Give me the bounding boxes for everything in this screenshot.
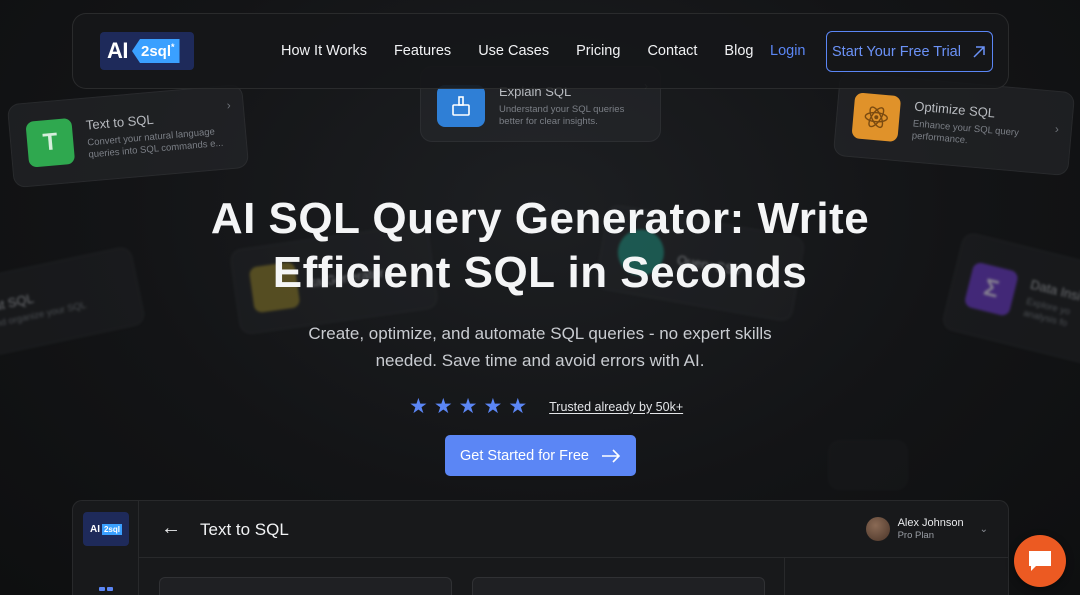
trusted-link[interactable]: Trusted already by 50k+ bbox=[549, 400, 683, 414]
logo[interactable]: AI 2sql* bbox=[100, 32, 194, 70]
app-preview: AI 2sql ← Text to SQL Alex Johnson Pro Pl… bbox=[72, 500, 1009, 595]
bg-card-desc: Convert your natural language queries in… bbox=[86, 126, 224, 161]
login-link[interactable]: Login bbox=[770, 43, 805, 59]
hero-title-line1: AI SQL Query Generator: Write bbox=[210, 194, 870, 243]
avatar bbox=[865, 517, 890, 541]
nav-how-it-works[interactable]: How It Works bbox=[281, 43, 367, 59]
site-header: AI 2sql* How It Works Features Use Cases… bbox=[72, 13, 1009, 89]
get-started-button[interactable]: Get Started for Free bbox=[445, 435, 636, 476]
star-icon: ★ bbox=[483, 395, 503, 418]
app-sidebar: AI 2sql bbox=[73, 501, 139, 595]
app-panel-middle bbox=[472, 577, 765, 595]
user-plan: Pro Plan bbox=[897, 530, 934, 541]
hero-subtitle-line2: needed. Save time and avoid errors with … bbox=[375, 351, 705, 370]
nav-pricing[interactable]: Pricing bbox=[576, 43, 620, 59]
user-menu[interactable]: Alex Johnson Pro Plan ⌄ bbox=[865, 517, 988, 541]
nav-contact[interactable]: Contact bbox=[647, 43, 697, 59]
atom-icon bbox=[851, 92, 902, 143]
app-panel-left bbox=[159, 577, 452, 595]
back-arrow-icon[interactable]: ← bbox=[161, 517, 181, 540]
bg-card-desc: Explore yo analysis fo bbox=[1022, 295, 1072, 330]
chat-widget-button[interactable] bbox=[1014, 535, 1066, 587]
hero-subtitle: Create, optimize, and automate SQL queri… bbox=[240, 320, 840, 374]
bg-card-desc: Understand your SQL queries better for c… bbox=[499, 103, 625, 127]
star-icon: ★ bbox=[458, 395, 478, 418]
main-nav: How It Works Features Use Cases Pricing … bbox=[281, 43, 753, 59]
text-icon: T bbox=[25, 117, 76, 168]
star-icon: ★ bbox=[508, 395, 528, 418]
app-topbar: ← Text to SQL Alex Johnson Pro Plan ⌄ bbox=[139, 501, 1008, 558]
broom-icon bbox=[437, 85, 485, 127]
chevron-right-icon: › bbox=[1054, 121, 1060, 137]
chevron-right-icon: › bbox=[226, 97, 232, 113]
hero-title-line2: Efficient SQL in Seconds bbox=[272, 248, 808, 297]
arrow-up-right-icon bbox=[973, 45, 985, 58]
user-name: Alex Johnson bbox=[897, 517, 964, 529]
hero-subtitle-line1: Create, optimize, and automate SQL queri… bbox=[308, 324, 772, 343]
app-logo-ai: AI bbox=[89, 523, 100, 535]
logo-sql-text: 2sql* bbox=[132, 39, 180, 63]
nav-features[interactable]: Features bbox=[394, 43, 451, 59]
dashboard-grid-icon[interactable] bbox=[99, 587, 113, 595]
star-icon: ★ bbox=[433, 395, 453, 418]
arrow-right-icon bbox=[601, 448, 621, 463]
cta-label: Get Started for Free bbox=[460, 447, 589, 464]
nav-use-cases[interactable]: Use Cases bbox=[478, 43, 549, 59]
trial-button-label: Start Your Free Trial bbox=[832, 43, 961, 60]
app-page-title: Text to SQL bbox=[200, 520, 289, 539]
rating: ★ ★ ★ ★ ★ Trusted already by 50k+ bbox=[409, 394, 683, 419]
chevron-down-icon: ⌄ bbox=[979, 523, 988, 535]
logo-ai-text: AI bbox=[107, 38, 129, 63]
start-free-trial-button[interactable]: Start Your Free Trial bbox=[826, 31, 993, 72]
app-logo[interactable]: AI 2sql bbox=[83, 512, 129, 546]
app-divider bbox=[784, 558, 785, 595]
app-logo-sql: 2sql bbox=[101, 523, 122, 535]
nav-blog[interactable]: Blog bbox=[724, 43, 753, 59]
star-rating: ★ ★ ★ ★ ★ bbox=[409, 394, 527, 419]
hero-title: AI SQL Query Generator: Write Efficient … bbox=[0, 192, 1080, 300]
bg-card-faint bbox=[828, 440, 908, 490]
star-icon: ★ bbox=[409, 395, 428, 418]
chat-icon bbox=[1029, 551, 1051, 571]
